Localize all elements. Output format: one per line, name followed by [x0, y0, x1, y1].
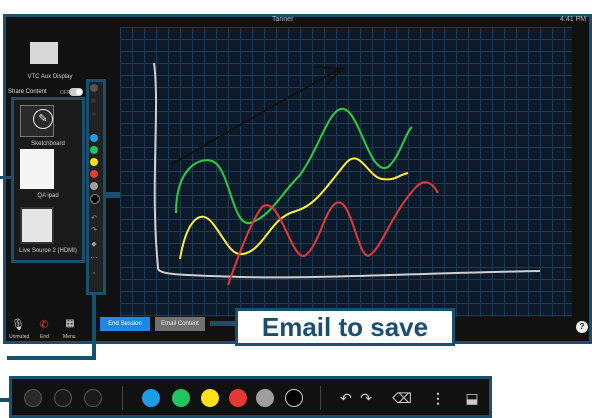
menu-grid-icon[interactable]: ▦: [63, 318, 77, 329]
source-hdmi[interactable]: [20, 207, 54, 244]
email-content-button[interactable]: Email Content: [155, 317, 205, 331]
pen-color-green[interactable]: [90, 146, 98, 154]
pen-size-large[interactable]: [90, 84, 98, 92]
undo-icon[interactable]: ↶: [336, 389, 356, 407]
red-stroke: [227, 181, 439, 286]
menu-label: Menu: [63, 334, 76, 340]
top-title-band: [0, 0, 592, 14]
meeting-user-label: Tanner: [272, 16, 294, 23]
source-label: Sketchboard: [31, 141, 65, 147]
pen-size-large[interactable]: [24, 389, 42, 407]
green-stroke: [175, 107, 413, 225]
yellow-stroke: [179, 157, 409, 260]
pen-size-small[interactable]: [92, 112, 96, 116]
end-session-button[interactable]: End Session: [100, 317, 150, 331]
pencil-icon: ✎: [33, 109, 53, 129]
pen-color-red[interactable]: [90, 170, 98, 178]
source-label: Live Source 2 (HDMI): [19, 248, 77, 254]
pen-color-gray[interactable]: [256, 389, 274, 407]
pen-color-gray[interactable]: [90, 182, 98, 190]
sketch-drawing: [153, 62, 541, 286]
redo-icon[interactable]: ↷: [356, 389, 376, 407]
pen-color-blue[interactable]: [90, 134, 98, 142]
pen-color-green[interactable]: [172, 389, 190, 407]
email-callout: Email to save: [235, 308, 455, 346]
microphone-icon[interactable]: 🎙: [11, 318, 25, 331]
pen-size-small[interactable]: [84, 389, 102, 407]
minimize-icon[interactable]: ▫: [87, 270, 101, 277]
pen-color-blue[interactable]: [142, 389, 160, 407]
more-icon[interactable]: ⋯: [87, 254, 101, 262]
callout-connector: [210, 321, 235, 326]
source-label: QA ipad: [37, 193, 59, 199]
toolbar-divider: [122, 386, 123, 410]
share-content-label: Share Content: [8, 89, 47, 95]
minimize-icon[interactable]: ⬓: [462, 389, 482, 407]
source-qa-ipad[interactable]: [20, 149, 54, 189]
toolbar-divider: [320, 386, 321, 410]
callout-connector: [7, 356, 96, 360]
eraser-icon[interactable]: ⌫: [392, 389, 412, 407]
eraser-icon[interactable]: ◆: [87, 240, 101, 248]
end-label: End: [40, 334, 49, 340]
help-button[interactable]: ?: [576, 321, 588, 333]
redo-icon[interactable]: ↷: [87, 226, 101, 234]
callout-pointer: [0, 176, 11, 179]
aux-display-thumbnail[interactable]: [30, 42, 58, 64]
pen-color-black[interactable]: [90, 194, 100, 204]
pen-size-medium[interactable]: [54, 389, 72, 407]
axis-stroke: [153, 62, 541, 279]
mute-label: Unmuted: [9, 334, 30, 340]
bottom-pen-toolbar: [9, 376, 492, 418]
phone-end-icon[interactable]: ✆: [37, 318, 51, 331]
pen-color-black[interactable]: [285, 389, 303, 407]
undo-icon[interactable]: ↶: [87, 214, 101, 222]
callout-connector: [92, 292, 96, 358]
pen-size-medium[interactable]: [91, 98, 96, 103]
pen-color-yellow[interactable]: [201, 389, 219, 407]
more-icon[interactable]: ⋮: [428, 389, 448, 407]
pen-color-red[interactable]: [229, 389, 247, 407]
share-content-toggle[interactable]: [69, 88, 83, 96]
clock-label: 4:41 PM: [560, 16, 587, 23]
pen-color-yellow[interactable]: [90, 158, 98, 166]
aux-display-label: VTC Aux Display: [27, 74, 73, 80]
callout-pointer: [0, 398, 9, 402]
